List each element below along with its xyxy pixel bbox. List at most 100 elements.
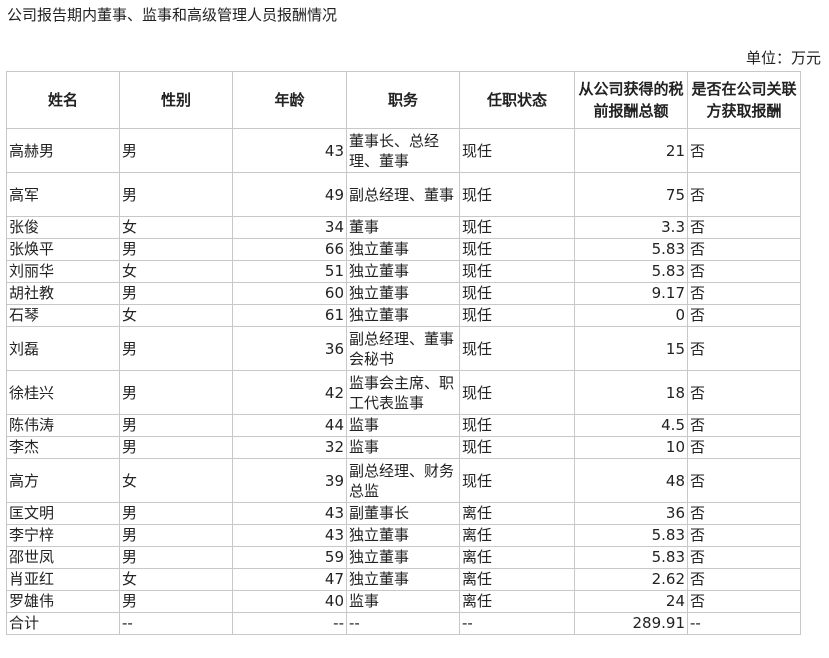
- cell-pay: 10: [574, 436, 688, 459]
- cell-position: 董事: [346, 216, 460, 239]
- table-row: 罗雄伟 男 40 监事 离任 24 否: [6, 590, 801, 613]
- cell-position: 独立董事: [346, 524, 460, 547]
- cell-position: 独立董事: [346, 260, 460, 283]
- cell-name: 张俊: [6, 216, 120, 239]
- cell-position: 副总经理、董事: [346, 172, 460, 217]
- cell-pay: 5.83: [574, 524, 688, 547]
- cell-age: 42: [232, 370, 347, 415]
- cell-status: 现任: [459, 436, 575, 459]
- cell-pay: 289.91: [574, 612, 688, 635]
- table-row: 张焕平 男 66 独立董事 现任 5.83 否: [6, 238, 801, 261]
- cell-status: 现任: [459, 238, 575, 261]
- table-header-row: 姓名 性别 年龄 职务 任职状态 从公司获得的税前报酬总额 是否在公司关联方获取…: [6, 71, 801, 129]
- cell-pay: 5.83: [574, 238, 688, 261]
- cell-related: 否: [687, 458, 801, 503]
- cell-gender: 男: [119, 238, 233, 261]
- cell-age: 44: [232, 414, 347, 437]
- cell-related: 否: [687, 304, 801, 327]
- cell-pay: 5.83: [574, 260, 688, 283]
- cell-status: 现任: [459, 304, 575, 327]
- cell-related: 否: [687, 128, 801, 173]
- cell-status: 离任: [459, 590, 575, 613]
- cell-name: 罗雄伟: [6, 590, 120, 613]
- cell-pay: 3.3: [574, 216, 688, 239]
- unit-label: 单位：万元: [745, 49, 821, 67]
- header-age: 年龄: [232, 71, 347, 129]
- table-row: 高赫男 男 43 董事长、总经理、董事 现任 21 否: [6, 128, 801, 173]
- cell-status: 现任: [459, 282, 575, 305]
- cell-position: --: [346, 612, 460, 635]
- cell-status: 现任: [459, 128, 575, 173]
- cell-pay: 18: [574, 370, 688, 415]
- cell-age: 39: [232, 458, 347, 503]
- table-row: 李杰 男 32 监事 现任 10 否: [6, 436, 801, 459]
- table-row: 高方 女 39 副总经理、财务总监 现任 48 否: [6, 458, 801, 503]
- cell-status: 现任: [459, 370, 575, 415]
- cell-age: 43: [232, 128, 347, 173]
- cell-status: 离任: [459, 524, 575, 547]
- cell-pay: 0: [574, 304, 688, 327]
- cell-status: 离任: [459, 502, 575, 525]
- cell-related: 否: [687, 590, 801, 613]
- table-row: 石琴 女 61 独立董事 现任 0 否: [6, 304, 801, 327]
- cell-pay: 5.83: [574, 546, 688, 569]
- cell-age: 40: [232, 590, 347, 613]
- cell-pay: 21: [574, 128, 688, 173]
- cell-name: 张焕平: [6, 238, 120, 261]
- cell-name: 徐桂兴: [6, 370, 120, 415]
- cell-gender: 男: [119, 370, 233, 415]
- cell-gender: 女: [119, 304, 233, 327]
- cell-pay: 15: [574, 326, 688, 371]
- cell-pay: 4.5: [574, 414, 688, 437]
- report-title: 公司报告期内董事、监事和高级管理人员报酬情况: [7, 6, 338, 24]
- cell-related: 否: [687, 370, 801, 415]
- cell-pay: 9.17: [574, 282, 688, 305]
- cell-gender: 男: [119, 524, 233, 547]
- cell-age: 51: [232, 260, 347, 283]
- cell-status: 现任: [459, 260, 575, 283]
- header-status: 任职状态: [459, 71, 575, 129]
- cell-pay: 36: [574, 502, 688, 525]
- table-row: 陈伟涛 男 44 监事 现任 4.5 否: [6, 414, 801, 437]
- table-row: 徐桂兴 男 42 监事会主席、职工代表监事 现任 18 否: [6, 370, 801, 415]
- cell-age: 36: [232, 326, 347, 371]
- table-row: 匡文明 男 43 副董事长 离任 36 否: [6, 502, 801, 525]
- cell-status: 现任: [459, 172, 575, 217]
- cell-name: 石琴: [6, 304, 120, 327]
- cell-age: 59: [232, 546, 347, 569]
- header-position: 职务: [346, 71, 460, 129]
- cell-name: 肖亚红: [6, 568, 120, 591]
- cell-related: 否: [687, 414, 801, 437]
- table-row: 张俊 女 34 董事 现任 3.3 否: [6, 216, 801, 239]
- cell-name: 李宁梓: [6, 524, 120, 547]
- cell-name: 高军: [6, 172, 120, 217]
- total-row: 合计 -- -- -- -- 289.91 --: [6, 612, 801, 635]
- cell-gender: 男: [119, 326, 233, 371]
- cell-name: 陈伟涛: [6, 414, 120, 437]
- cell-position: 副董事长: [346, 502, 460, 525]
- cell-age: 32: [232, 436, 347, 459]
- cell-name: 胡社教: [6, 282, 120, 305]
- cell-gender: 男: [119, 590, 233, 613]
- header-gender: 性别: [119, 71, 233, 129]
- cell-gender: --: [119, 612, 233, 635]
- cell-position: 监事: [346, 590, 460, 613]
- cell-gender: 女: [119, 260, 233, 283]
- cell-age: 47: [232, 568, 347, 591]
- cell-gender: 男: [119, 172, 233, 217]
- cell-status: 现任: [459, 326, 575, 371]
- cell-name: 刘丽华: [6, 260, 120, 283]
- cell-position: 独立董事: [346, 546, 460, 569]
- header-related: 是否在公司关联方获取报酬: [687, 71, 801, 129]
- header-pay: 从公司获得的税前报酬总额: [574, 71, 688, 129]
- cell-name: 高方: [6, 458, 120, 503]
- cell-position: 独立董事: [346, 282, 460, 305]
- cell-pay: 24: [574, 590, 688, 613]
- table-row: 刘丽华 女 51 独立董事 现任 5.83 否: [6, 260, 801, 283]
- cell-gender: 男: [119, 436, 233, 459]
- header-name: 姓名: [6, 71, 120, 129]
- cell-name: 合计: [6, 612, 120, 635]
- table-row: 高军 男 49 副总经理、董事 现任 75 否: [6, 172, 801, 217]
- cell-pay: 48: [574, 458, 688, 503]
- cell-age: 43: [232, 524, 347, 547]
